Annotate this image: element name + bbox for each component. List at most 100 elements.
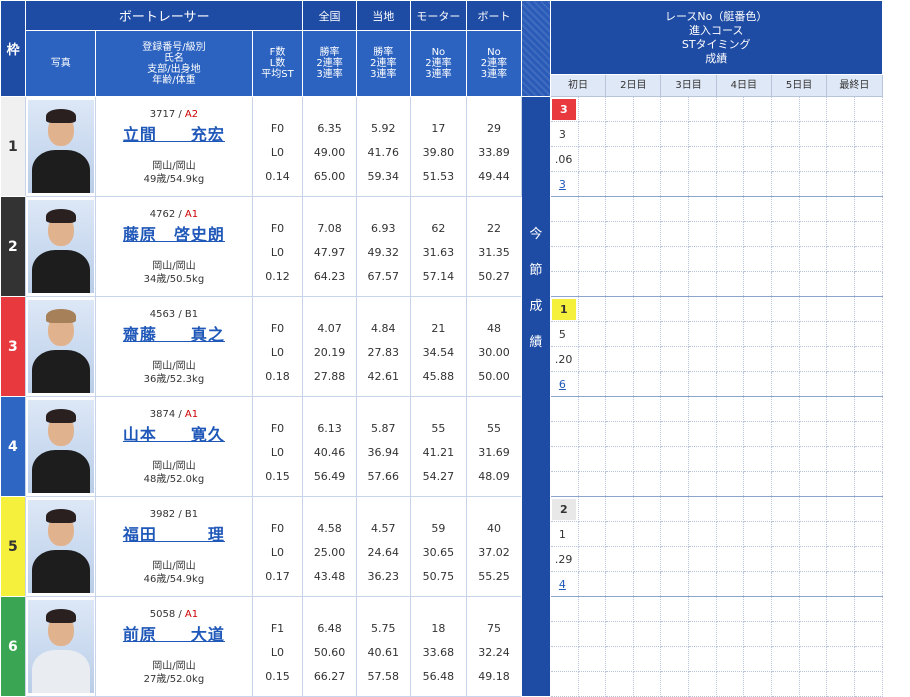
racer-class: A1 xyxy=(184,408,199,420)
racer-name-link[interactable]: 山本 寛久 xyxy=(97,422,252,448)
racer-photo[interactable] xyxy=(25,596,97,697)
result-cell xyxy=(632,471,662,497)
result-cell xyxy=(549,671,579,697)
sub-header-line: 3連率 xyxy=(370,69,397,80)
result-cell xyxy=(577,546,607,572)
zen-value: 6.48 xyxy=(317,621,342,635)
result-cell xyxy=(798,671,828,697)
fl-stats: F0 L0 0.18 xyxy=(251,296,304,397)
boa-value: 48.09 xyxy=(478,469,510,483)
racer-photo[interactable] xyxy=(25,496,97,597)
boa-value: 32.24 xyxy=(478,645,510,659)
tou-value: 5.92 xyxy=(371,121,396,135)
l-count: L0 xyxy=(270,345,285,359)
result-cell xyxy=(549,471,579,497)
result-cell xyxy=(688,146,717,172)
result-cell xyxy=(798,346,828,372)
result-cell xyxy=(826,496,855,522)
sub-header-line: 2連率 xyxy=(425,58,452,69)
result-cell xyxy=(605,646,634,672)
fl-header-line: L数 xyxy=(269,58,286,69)
racer-age-weight: 46歳/54.9kg xyxy=(143,573,205,585)
result-cell xyxy=(715,496,745,522)
result-cell xyxy=(853,446,883,472)
result-cell xyxy=(770,646,800,672)
result-cell xyxy=(853,96,883,122)
reg-class: 3982 / B1 xyxy=(149,508,199,520)
racer-age-weight: 49歳/54.9kg xyxy=(143,173,205,185)
tou-value: 41.76 xyxy=(367,145,400,159)
racer-name-link[interactable]: 福田 理 xyxy=(97,522,252,548)
mot-stats: 55 41.21 54.27 xyxy=(409,396,468,497)
tou-value: 67.57 xyxy=(367,269,400,283)
result-cell xyxy=(853,521,883,547)
mot-value: 56.48 xyxy=(422,669,455,683)
result-cell xyxy=(826,421,855,447)
race-result-link[interactable]: 4 xyxy=(551,573,577,596)
result-cell xyxy=(743,571,772,597)
boatracer-header: ボートレーサー xyxy=(25,0,304,31)
photo-header: 写真 xyxy=(25,30,97,97)
racer-name-link[interactable]: 立間 充宏 xyxy=(97,122,252,148)
result-cell xyxy=(605,521,634,547)
result-cell xyxy=(688,121,717,147)
result-cell xyxy=(743,596,772,622)
waku-number: 5 xyxy=(8,538,18,555)
result-cell xyxy=(826,546,855,572)
mot-stats: 21 34.54 45.88 xyxy=(409,296,468,397)
racer-portrait-image xyxy=(27,300,94,393)
racer-photo[interactable] xyxy=(25,296,97,397)
konsetsu-char: 節 xyxy=(529,263,543,278)
result-cell xyxy=(577,196,607,222)
mot-value: 39.80 xyxy=(422,145,455,159)
racer-info: 5058 / A1 前原 大道 岡山/岡山 27歳/52.0kg xyxy=(95,596,253,697)
result-cell xyxy=(660,346,690,372)
racer-name-link[interactable]: 藤原 啓史朗 xyxy=(97,222,252,248)
result-cell xyxy=(549,196,579,222)
race-number-badge[interactable]: 1 xyxy=(551,298,576,320)
result-cell xyxy=(798,121,828,147)
racer-photo[interactable] xyxy=(25,96,97,197)
race-result-link[interactable]: 6 xyxy=(551,373,577,396)
race-result-link[interactable]: 3 xyxy=(551,173,577,196)
waku-number: 3 xyxy=(8,338,18,355)
st-timing: .20 xyxy=(554,352,573,366)
racer-age-weight: 48歳/52.0kg xyxy=(143,473,205,485)
result-cell xyxy=(853,346,883,372)
result-cell: 4 xyxy=(549,571,579,597)
racer-name-link[interactable]: 齋藤 真之 xyxy=(97,322,252,348)
konsetsu-char: 績 xyxy=(529,335,543,350)
tou-value: 36.94 xyxy=(367,445,400,459)
boatracer-label: ボートレーサー xyxy=(118,10,210,25)
motor-sub-header: No 2連率 3連率 xyxy=(409,30,468,97)
race-number-badge[interactable]: 2 xyxy=(551,498,576,520)
result-cell xyxy=(853,496,883,522)
result-cell xyxy=(715,346,745,372)
result-cell xyxy=(826,321,855,347)
result-cell xyxy=(743,496,772,522)
result-cell xyxy=(853,646,883,672)
racer-age-weight: 34歳/50.5kg xyxy=(143,273,205,285)
racer-name-link[interactable]: 前原 大道 xyxy=(97,622,252,648)
zen-value: 4.07 xyxy=(317,321,342,335)
result-cell xyxy=(632,121,662,147)
l-count: L0 xyxy=(270,145,285,159)
result-cell xyxy=(605,446,634,472)
result-cell xyxy=(688,446,717,472)
results-header: レースNo（艇番色） 進入コース STタイミング 成績 xyxy=(549,0,883,75)
result-cell xyxy=(577,171,607,197)
racer-photo[interactable] xyxy=(25,396,97,497)
race-number-badge[interactable]: 3 xyxy=(551,98,576,120)
waku-4: 4 xyxy=(0,396,26,497)
result-cell xyxy=(715,421,745,447)
tou-stats: 4.84 27.83 42.61 xyxy=(355,296,411,397)
reg-number: 5058 xyxy=(149,608,176,620)
result-cell xyxy=(577,96,607,122)
racer-photo[interactable] xyxy=(25,196,97,297)
waku-number: 2 xyxy=(8,238,18,255)
tou-value: 4.84 xyxy=(371,321,396,335)
zen-value: 49.00 xyxy=(313,145,346,159)
result-cell xyxy=(715,196,745,222)
mot-stats: 18 33.68 56.48 xyxy=(409,596,468,697)
result-cell xyxy=(549,396,579,422)
